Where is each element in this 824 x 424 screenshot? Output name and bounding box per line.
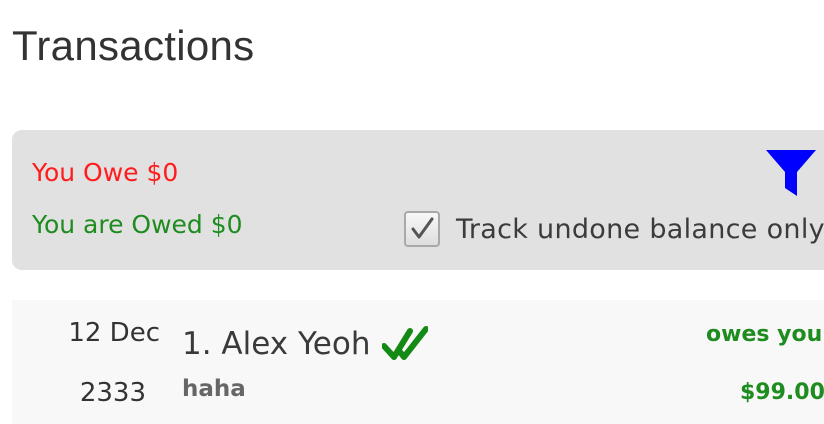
transaction-year: 2333 <box>79 378 146 408</box>
transaction-amount: $99.00 <box>740 380 824 405</box>
page-title: Transactions <box>12 22 255 69</box>
transaction-note: haha <box>182 376 246 402</box>
you-are-owed-amount: You are Owed $0 <box>32 210 243 239</box>
transaction-row[interactable]: 12 Dec 2333 1. Alex Yeoh haha owes you $… <box>12 300 824 424</box>
track-undone-toggle[interactable]: Track undone balance only <box>404 208 824 250</box>
transaction-date: 12 Dec <box>68 318 160 348</box>
filter-funnel-icon <box>766 150 816 196</box>
track-undone-label: Track undone balance only <box>456 213 824 245</box>
balance-summary-panel: You Owe $0 You are Owed $0 Track undone … <box>12 130 824 270</box>
transaction-person: 1. Alex Yeoh <box>182 326 371 362</box>
filter-button[interactable] <box>764 148 818 200</box>
track-undone-checkbox[interactable] <box>404 211 440 247</box>
checkmark-icon <box>411 217 434 239</box>
transaction-name: 1. Alex Yeoh <box>182 326 429 362</box>
double-check-icon <box>382 326 429 360</box>
you-owe-amount: You Owe $0 <box>32 158 179 187</box>
transaction-direction: owes you <box>706 322 823 347</box>
